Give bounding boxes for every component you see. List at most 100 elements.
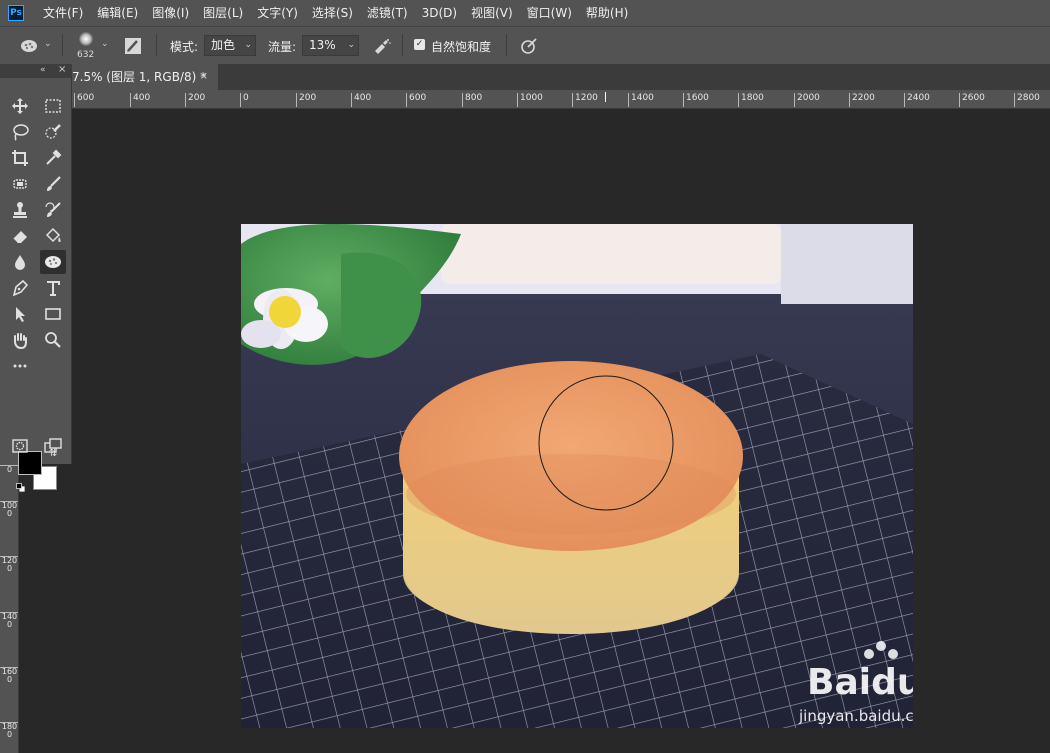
paint-bucket-icon — [45, 227, 61, 243]
tool-preset-chevron-icon[interactable]: ⌄ — [44, 39, 52, 49]
chevron-down-icon: ⌄ — [244, 40, 252, 50]
sponge-tool[interactable] — [40, 250, 66, 274]
ruler-label: 2800 — [1014, 93, 1040, 107]
ruler-label: 200 — [185, 93, 205, 107]
collapse-panel-icon[interactable]: « — [40, 65, 46, 75]
spot-healing-tool[interactable] — [7, 172, 33, 196]
options-bar: ⌄ 632 ⌄ 模式: 加色 ⌄ 流量: 13% ⌄ ✓ 自然饱和度 — [0, 26, 1050, 64]
ruler-label: 1600 — [0, 667, 18, 684]
watermark-url: jingyan.baidu.com — [798, 707, 913, 725]
menu-edit[interactable]: 编辑(E) — [90, 0, 145, 26]
type-tool[interactable] — [40, 276, 66, 300]
ruler-label: 600 — [74, 93, 94, 107]
history-brush-icon — [45, 202, 61, 217]
crop-tool[interactable] — [7, 146, 33, 170]
hand-icon — [14, 333, 27, 349]
type-icon — [47, 281, 60, 296]
path-selection-tool[interactable] — [7, 302, 33, 326]
ruler-label: 200 — [296, 93, 316, 107]
menu-type[interactable]: 文字(Y) — [250, 0, 305, 26]
ruler-label: 1600 — [683, 93, 709, 107]
quick-mask-icon — [12, 439, 28, 453]
pressure-size-icon[interactable] — [520, 37, 538, 55]
default-colors-icon[interactable] — [16, 482, 26, 493]
blur-tool[interactable] — [7, 250, 33, 274]
airbrush-icon[interactable] — [372, 37, 392, 55]
ruler-label: 2600 — [959, 93, 985, 107]
crop-icon — [12, 150, 28, 166]
quick-mask-button[interactable] — [7, 434, 33, 458]
menu-file[interactable]: 文件(F) — [36, 0, 90, 26]
pen-tool[interactable] — [7, 276, 33, 300]
ruler-label: 1200 — [572, 93, 598, 107]
menu-view[interactable]: 视图(V) — [464, 0, 520, 26]
brush-size-value: 632 — [77, 50, 95, 60]
zoom-magnifier-icon — [45, 332, 61, 348]
blur-drop-icon — [15, 255, 25, 270]
brush-icon — [47, 176, 61, 191]
paint-bucket-tool[interactable] — [40, 224, 66, 248]
menu-help[interactable]: 帮助(H) — [579, 0, 635, 26]
menu-layer[interactable]: 图层(L) — [196, 0, 250, 26]
document-tab[interactable]: 7.5% (图层 1, RGB/8) * × — [50, 64, 218, 90]
flow-label: 流量: — [268, 40, 297, 54]
sponge-icon — [45, 256, 61, 268]
separator — [402, 34, 403, 56]
brush-picker-chevron-icon[interactable]: ⌄ — [101, 39, 109, 49]
brush-settings-panel-icon[interactable] — [124, 37, 142, 55]
natural-saturation-checkbox[interactable]: ✓ — [414, 39, 425, 50]
ruler-label: 1400 — [628, 93, 654, 107]
separator — [156, 34, 157, 56]
tools-panel-header[interactable]: « × — [0, 64, 72, 78]
quick-selection-tool[interactable] — [40, 120, 66, 144]
menu-filter[interactable]: 滤镜(T) — [360, 0, 415, 26]
move-icon — [12, 98, 28, 114]
zoom-tool[interactable] — [40, 328, 66, 352]
document-tab-strip: 7.5% (图层 1, RGB/8) * × — [0, 64, 1050, 90]
hand-tool[interactable] — [7, 328, 33, 352]
tools-panel: « × ⇅ — [0, 64, 72, 493]
brush-preview-icon[interactable] — [79, 32, 93, 46]
move-tool[interactable] — [7, 94, 33, 118]
sponge-tool-preset-icon[interactable] — [20, 37, 42, 55]
ruler-label: 2200 — [849, 93, 875, 107]
brush-tool[interactable] — [40, 172, 66, 196]
ruler-label: 2000 — [794, 93, 820, 107]
marquee-tool[interactable] — [40, 94, 66, 118]
menu-image[interactable]: 图像(I) — [145, 0, 196, 26]
chevron-down-icon: ⌄ — [347, 40, 355, 50]
eraser-icon — [12, 231, 27, 244]
ruler-label: 2400 — [904, 93, 930, 107]
mode-dropdown[interactable]: 加色 ⌄ — [204, 35, 256, 56]
ruler-label: 1000 — [0, 501, 18, 518]
clone-stamp-tool[interactable] — [7, 198, 33, 222]
pen-icon — [12, 279, 29, 297]
separator — [62, 34, 63, 56]
close-icon[interactable]: × — [200, 64, 208, 90]
eyedropper-tool[interactable] — [40, 146, 66, 170]
ruler-label: 600 — [406, 93, 426, 107]
document-image[interactable]: Baidu经验 jingyan.baidu.com — [241, 224, 913, 728]
ruler-label: 1400 — [0, 612, 18, 629]
path-selection-arrow-icon — [16, 307, 25, 322]
close-icon[interactable]: × — [58, 64, 66, 75]
flow-input[interactable]: 13% ⌄ — [302, 35, 359, 56]
ruler-label: 1800 — [738, 93, 764, 107]
cursor-position-marker — [605, 92, 606, 102]
eraser-tool[interactable] — [7, 224, 33, 248]
rectangular-marquee-icon — [45, 99, 61, 113]
edit-toolbar-button[interactable] — [7, 354, 33, 378]
menu-select[interactable]: 选择(S) — [305, 0, 360, 26]
menu-3d[interactable]: 3D(D) — [415, 0, 464, 26]
healing-brush-icon — [13, 179, 27, 189]
menu-bar: Ps 文件(F) 编辑(E) 图像(I) 图层(L) 文字(Y) 选择(S) 滤… — [0, 0, 1050, 26]
menu-window[interactable]: 窗口(W) — [520, 0, 579, 26]
ruler-label: 800 — [462, 93, 482, 107]
ruler-label: 0 — [240, 93, 249, 107]
lasso-tool[interactable] — [7, 120, 33, 144]
history-brush-tool[interactable] — [40, 198, 66, 222]
rectangle-tool[interactable] — [40, 302, 66, 326]
cake — [399, 361, 743, 634]
horizontal-ruler: 600 400 200 0 200 400 600 800 1000 1200 … — [0, 90, 1050, 109]
screen-mode-button[interactable] — [40, 434, 66, 458]
